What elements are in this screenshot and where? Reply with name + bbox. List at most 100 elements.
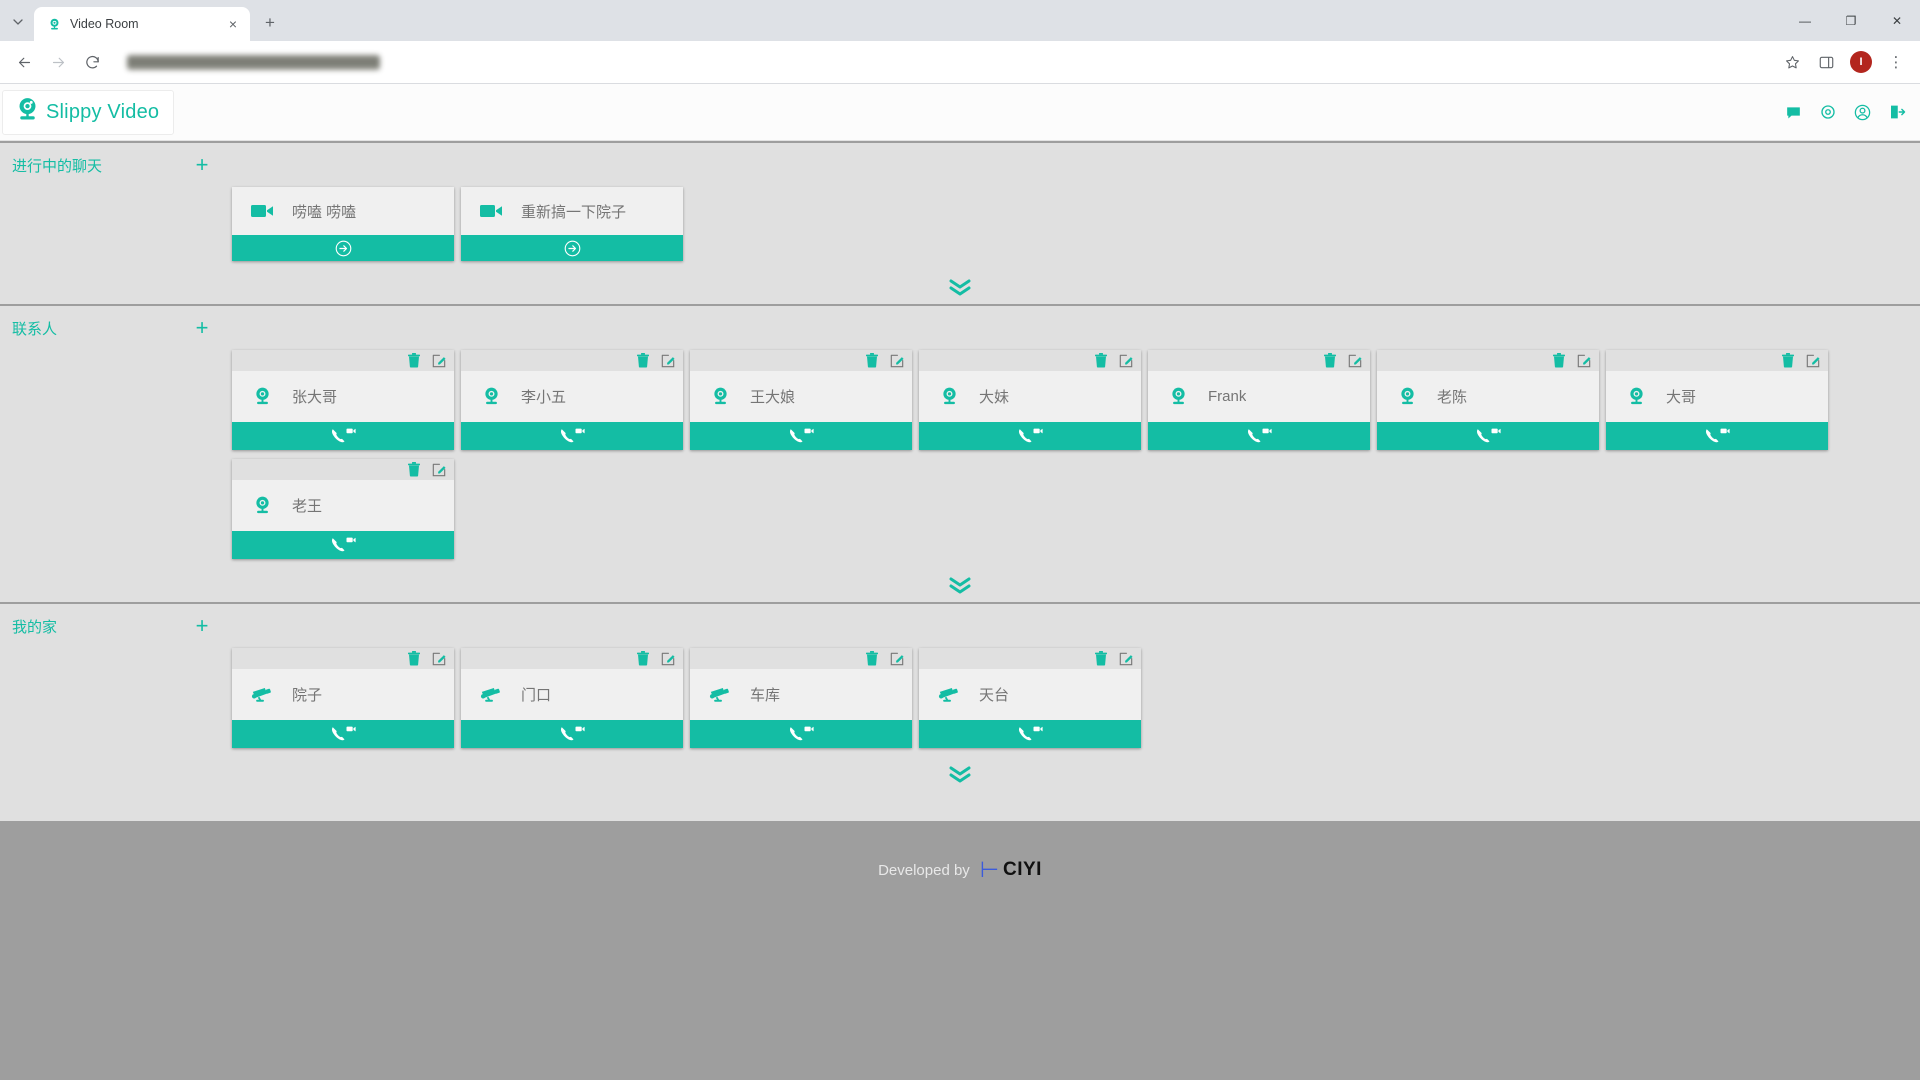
chevrons-down-icon [949, 577, 971, 594]
delete-icon[interactable] [407, 462, 421, 477]
contact-card[interactable]: Frank [1148, 350, 1370, 450]
tab-search-button[interactable] [4, 8, 32, 36]
camera-card[interactable]: 门口 [461, 648, 683, 748]
camera-card-body: 院子 [232, 669, 454, 720]
delete-icon[interactable] [1552, 353, 1566, 368]
ciyi-logo[interactable]: ⊢ CIYI [980, 859, 1042, 881]
window-minimize-button[interactable]: — [1782, 0, 1828, 41]
contact-card[interactable]: 李小五 [461, 350, 683, 450]
webcam-icon [938, 385, 962, 408]
chat-card[interactable]: 唠嗑 唠嗑 [232, 187, 454, 261]
camera-card-body: 门口 [461, 669, 683, 720]
chat-bubble-icon[interactable] [1784, 103, 1803, 122]
new-tab-button[interactable]: + [256, 9, 284, 37]
contact-card[interactable]: 老王 [232, 459, 454, 559]
bookmark-star-icon[interactable] [1776, 46, 1808, 78]
section-title: 联系人 [12, 320, 58, 338]
contact-card[interactable]: 大哥 [1606, 350, 1828, 450]
join-chat-button[interactable] [232, 235, 454, 261]
delete-icon[interactable] [1094, 651, 1108, 666]
view-camera-button[interactable] [461, 720, 683, 748]
sections-container: 进行中的聊天 + 唠嗑 唠嗑 重新搞一下院子 联系人 + 张大哥 李小五 王大娘… [0, 141, 1920, 791]
edit-icon[interactable] [432, 652, 446, 666]
contact-card[interactable]: 张大哥 [232, 350, 454, 450]
window-close-button[interactable]: ✕ [1874, 0, 1920, 41]
address-bar-redacted-url [127, 54, 380, 70]
delete-icon[interactable] [407, 651, 421, 666]
call-button[interactable] [919, 422, 1141, 450]
profile-avatar[interactable]: I [1850, 51, 1872, 73]
contact-card-body: Frank [1148, 371, 1370, 422]
contact-card[interactable]: 老陈 [1377, 350, 1599, 450]
logout-icon[interactable] [1888, 103, 1906, 121]
contact-card-name: 老王 [292, 498, 323, 515]
call-button[interactable] [1148, 422, 1370, 450]
call-button[interactable] [1606, 422, 1828, 450]
browser-menu-icon[interactable]: ⋮ [1880, 46, 1912, 78]
expand-my-home-button[interactable] [0, 757, 1920, 791]
delete-icon[interactable] [636, 353, 650, 368]
delete-icon[interactable] [407, 353, 421, 368]
forward-button[interactable] [42, 46, 74, 78]
chat-card[interactable]: 重新搞一下院子 [461, 187, 683, 261]
contact-card-name: 王大娘 [750, 389, 796, 406]
edit-icon[interactable] [1119, 652, 1133, 666]
edit-icon[interactable] [661, 354, 675, 368]
edit-icon[interactable] [1577, 354, 1591, 368]
arrow-right-icon [52, 57, 64, 67]
delete-icon[interactable] [865, 651, 879, 666]
view-camera-button[interactable] [232, 720, 454, 748]
add-contact-button[interactable]: + [190, 317, 214, 339]
view-camera-button[interactable] [690, 720, 912, 748]
join-chat-button[interactable] [461, 235, 683, 261]
reload-button[interactable] [76, 46, 108, 78]
cctv-camera-icon [709, 685, 733, 705]
delete-icon[interactable] [636, 651, 650, 666]
edit-icon[interactable] [661, 652, 675, 666]
call-button[interactable] [232, 531, 454, 559]
app-header: Slippy Video [0, 84, 1920, 141]
edit-icon[interactable] [890, 354, 904, 368]
app-brand[interactable]: Slippy Video [2, 89, 175, 135]
contact-card[interactable]: 大妹 [919, 350, 1141, 450]
card-tools [690, 350, 912, 371]
camera-card[interactable]: 车库 [690, 648, 912, 748]
chevron-down-icon [13, 19, 23, 25]
video-camera-icon [480, 203, 504, 219]
edit-icon[interactable] [1348, 354, 1362, 368]
contact-card-body: 李小五 [461, 371, 683, 422]
camera-card[interactable]: 院子 [232, 648, 454, 748]
address-bar[interactable] [118, 48, 1766, 76]
delete-icon[interactable] [1094, 353, 1108, 368]
delete-icon[interactable] [1323, 353, 1337, 368]
back-button[interactable] [8, 46, 40, 78]
view-camera-button[interactable] [919, 720, 1141, 748]
contact-card[interactable]: 王大娘 [690, 350, 912, 450]
settings-gear-icon[interactable] [1819, 103, 1837, 121]
user-account-icon[interactable] [1853, 103, 1872, 122]
edit-icon[interactable] [432, 354, 446, 368]
browser-tab[interactable]: Video Room × [34, 7, 250, 41]
camera-card-name: 天台 [979, 687, 1010, 704]
call-button[interactable] [232, 422, 454, 450]
chevrons-down-icon [949, 279, 971, 296]
webcam-icon [480, 385, 504, 408]
call-button[interactable] [461, 422, 683, 450]
camera-card[interactable]: 天台 [919, 648, 1141, 748]
edit-icon[interactable] [1806, 354, 1820, 368]
edit-icon[interactable] [1119, 354, 1133, 368]
expand-contacts-button[interactable] [0, 568, 1920, 602]
edit-icon[interactable] [432, 463, 446, 477]
edit-icon[interactable] [890, 652, 904, 666]
call-button[interactable] [1377, 422, 1599, 450]
add-chat-button[interactable]: + [190, 154, 214, 176]
window-maximize-button[interactable]: ❐ [1828, 0, 1874, 41]
add-camera-button[interactable]: + [190, 615, 214, 637]
footer-developed-by-label: Developed by [878, 861, 970, 879]
expand-ongoing-chats-button[interactable] [0, 270, 1920, 304]
tab-close-icon[interactable]: × [224, 15, 242, 33]
call-button[interactable] [690, 422, 912, 450]
delete-icon[interactable] [1781, 353, 1795, 368]
side-panel-icon[interactable] [1810, 46, 1842, 78]
delete-icon[interactable] [865, 353, 879, 368]
